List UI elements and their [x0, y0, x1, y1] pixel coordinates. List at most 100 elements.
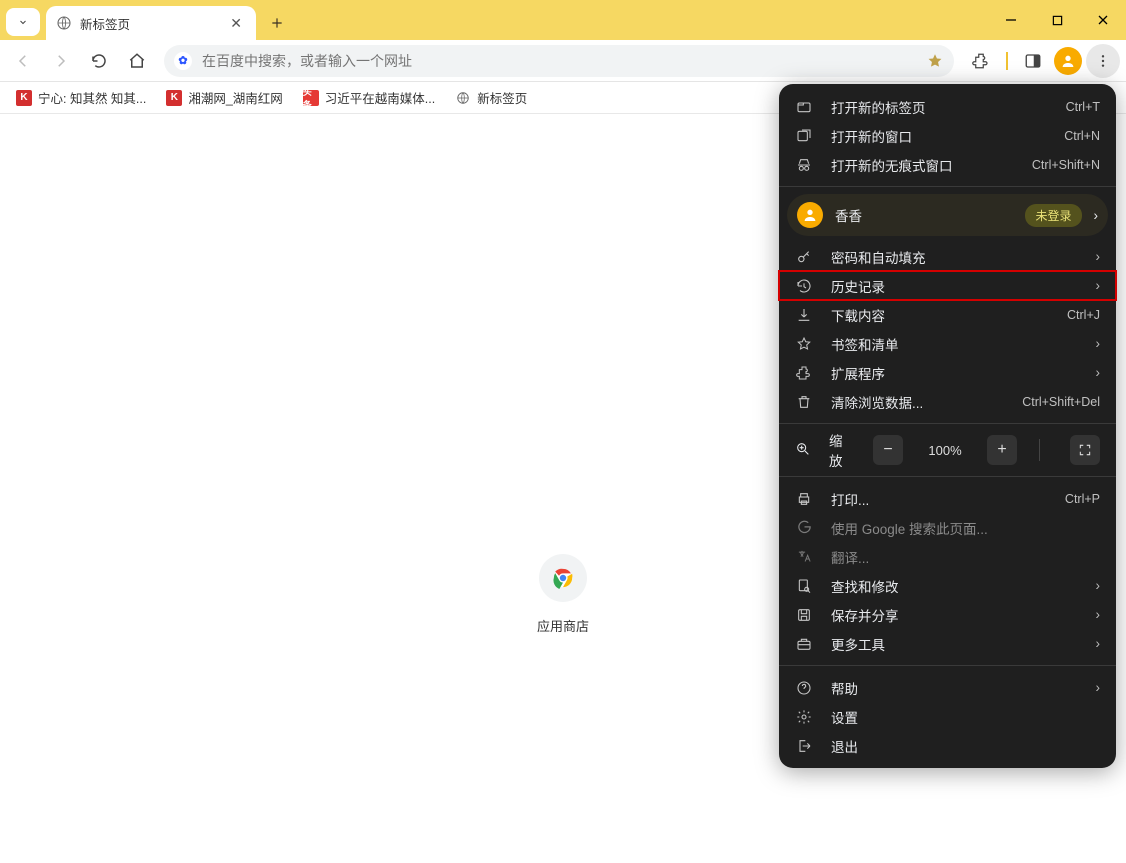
incognito-icon — [795, 156, 813, 174]
zoom-icon — [795, 441, 811, 460]
sidepanel-button[interactable] — [1016, 44, 1050, 78]
trash-icon — [795, 393, 813, 411]
menu-incognito[interactable]: 打开新的无痕式窗口 Ctrl+Shift+N — [779, 150, 1116, 179]
menu-print[interactable]: 打印... Ctrl+P — [779, 484, 1116, 513]
home-button[interactable] — [120, 44, 154, 78]
menu-bookmarks[interactable]: 书签和清单 › — [779, 329, 1116, 358]
arrow-right-icon — [52, 52, 70, 70]
forward-button[interactable] — [44, 44, 78, 78]
close-window-button[interactable] — [1080, 0, 1126, 40]
menu-find[interactable]: 查找和修改 › — [779, 571, 1116, 600]
toolbar-separator — [1006, 52, 1008, 70]
chevron-right-icon: › — [1096, 336, 1101, 351]
google-icon — [795, 519, 813, 537]
bookmark-item-2[interactable]: K湘潮网_湖南红网 — [158, 85, 290, 110]
star-icon — [795, 335, 813, 353]
menu-more-tools[interactable]: 更多工具 › — [779, 629, 1116, 658]
toolbar: ✿ — [0, 40, 1126, 82]
menu-profile[interactable]: 香香 未登录 › — [787, 194, 1108, 236]
profile-name: 香香 — [835, 205, 1013, 225]
bookmark-item-1[interactable]: K 宁心: 知其然 知其... — [8, 85, 154, 110]
bookmark-label: 新标签页 — [477, 88, 527, 107]
key-icon — [795, 248, 813, 266]
profile-button[interactable] — [1054, 47, 1082, 75]
tab-newtab[interactable]: 新标签页 ✕ — [46, 6, 256, 40]
kebab-icon — [1095, 53, 1111, 69]
menu-exit[interactable]: 退出 — [779, 731, 1116, 760]
menu-label: 打开新的窗口 — [831, 126, 1046, 146]
chevron-right-icon: › — [1096, 680, 1101, 695]
help-icon — [795, 679, 813, 697]
menu-settings[interactable]: 设置 — [779, 702, 1116, 731]
menu-new-window[interactable]: 打开新的窗口 Ctrl+N — [779, 121, 1116, 150]
arrow-left-icon — [14, 52, 32, 70]
menu-clear-data[interactable]: 清除浏览数据... Ctrl+Shift+Del — [779, 387, 1116, 416]
menu-label: 使用 Google 搜索此页面... — [831, 518, 1100, 538]
maximize-button[interactable] — [1034, 0, 1080, 40]
menu-label: 帮助 — [831, 678, 1072, 698]
menu-downloads[interactable]: 下载内容 Ctrl+J — [779, 300, 1116, 329]
globe-icon — [56, 15, 72, 31]
bookmark-item-3[interactable]: 头条习近平在越南媒体... — [295, 85, 443, 110]
zoom-out-button[interactable]: − — [873, 435, 903, 465]
menu-extensions[interactable]: 扩展程序 › — [779, 358, 1116, 387]
menu-save-share[interactable]: 保存并分享 › — [779, 600, 1116, 629]
bookmark-label: 宁心: 知其然 知其... — [38, 88, 146, 107]
menu-label: 翻译... — [831, 547, 1100, 567]
bookmark-label: 习近平在越南媒体... — [325, 88, 435, 107]
menu-history[interactable]: 历史记录 › — [779, 271, 1116, 300]
bookmark-star-icon[interactable] — [926, 52, 944, 70]
webstore-tile[interactable]: 应用商店 — [537, 554, 589, 635]
menu-label: 密码和自动填充 — [831, 247, 1072, 267]
tab-search-button[interactable] — [6, 8, 40, 36]
puzzle-icon — [972, 52, 990, 70]
browser-window: 新标签页 ✕ ✿ K 宁心: 知其然 知其... K湘潮网_湖南红网 头条习近平在… — [0, 0, 1126, 863]
chevron-down-icon — [17, 16, 29, 28]
exit-icon — [795, 737, 813, 755]
download-icon — [795, 306, 813, 324]
puzzle-icon — [795, 364, 813, 382]
menu-help[interactable]: 帮助 › — [779, 673, 1116, 702]
tab-close-button[interactable]: ✕ — [226, 15, 246, 32]
menu-label: 打开新的无痕式窗口 — [831, 155, 1014, 175]
reload-icon — [90, 52, 108, 70]
avatar-icon — [797, 202, 823, 228]
reload-button[interactable] — [82, 44, 116, 78]
menu-shortcut: Ctrl+J — [1067, 308, 1100, 322]
new-tab-button[interactable] — [262, 8, 292, 38]
menu-label: 书签和清单 — [831, 334, 1072, 354]
site-icon: 头条 — [303, 90, 319, 106]
site-icon: ✿ — [174, 52, 192, 70]
address-bar[interactable]: ✿ — [164, 45, 954, 77]
chevron-right-icon: › — [1096, 578, 1101, 593]
back-button[interactable] — [6, 44, 40, 78]
menu-shortcut: Ctrl+N — [1064, 129, 1100, 143]
zoom-in-button[interactable]: + — [987, 435, 1017, 465]
site-icon: K — [16, 90, 32, 106]
menu-passwords[interactable]: 密码和自动填充 › — [779, 242, 1116, 271]
menu-new-tab[interactable]: 打开新的标签页 Ctrl+T — [779, 92, 1116, 121]
menu-button[interactable] — [1086, 44, 1120, 78]
chevron-right-icon: › — [1096, 278, 1101, 293]
minimize-button[interactable] — [988, 0, 1034, 40]
globe-icon — [455, 90, 471, 106]
menu-shortcut: Ctrl+Shift+N — [1032, 158, 1100, 172]
tile-icon-wrap — [539, 554, 587, 602]
menu-shortcut: Ctrl+T — [1066, 100, 1100, 114]
menu-label: 历史记录 — [831, 276, 1072, 296]
extensions-button[interactable] — [964, 44, 998, 78]
profile-status-badge: 未登录 — [1025, 204, 1081, 227]
close-icon — [1097, 14, 1109, 26]
fullscreen-button[interactable] — [1070, 435, 1100, 465]
chevron-right-icon: › — [1096, 249, 1101, 264]
menu-divider — [779, 423, 1116, 424]
url-input[interactable] — [202, 53, 926, 69]
menu-label: 保存并分享 — [831, 605, 1072, 625]
person-icon — [1060, 53, 1076, 69]
bookmark-label: 湘潮网_湖南红网 — [188, 88, 282, 107]
bookmark-item-4[interactable]: 新标签页 — [447, 85, 535, 110]
menu-label: 更多工具 — [831, 634, 1072, 654]
menu-divider — [779, 186, 1116, 187]
menu-zoom: 缩放 − 100% + — [779, 431, 1116, 469]
tab-label: 新标签页 — [80, 14, 226, 33]
